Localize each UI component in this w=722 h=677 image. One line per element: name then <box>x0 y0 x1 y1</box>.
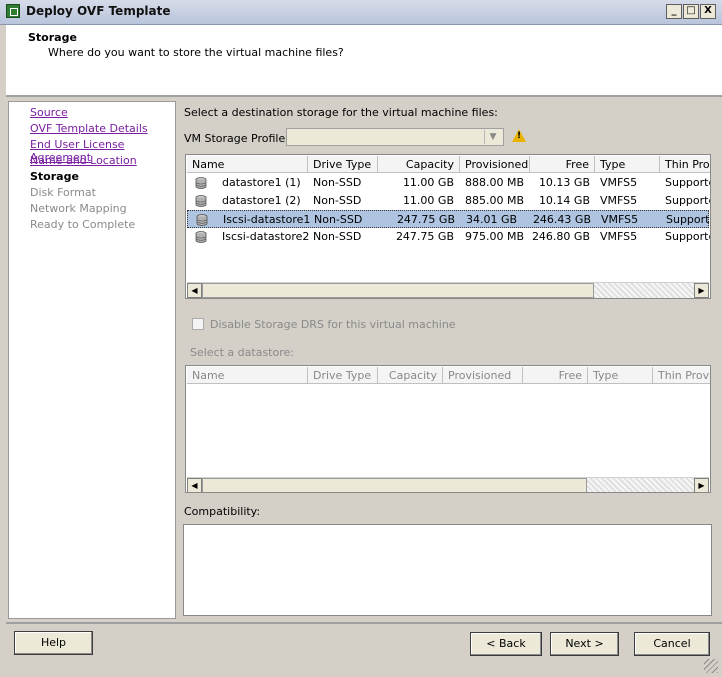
col2-header-capacity: Capacity <box>378 367 443 384</box>
nav-item-source[interactable]: Source <box>30 106 68 119</box>
cell-free: 246.43 GB <box>532 213 591 226</box>
cell-capacity: 247.75 GB <box>395 230 454 243</box>
scroll-right-button[interactable]: ▶ <box>694 478 709 492</box>
scroll-left-button[interactable]: ◀ <box>187 478 202 492</box>
scroll-thumb[interactable] <box>202 478 587 492</box>
cell-type: VMFS5 <box>600 230 638 243</box>
table-row[interactable]: datastore1 (2) Non-SSD 11.00 GB 885.00 MB 10… <box>187 192 710 210</box>
scroll-right-button[interactable]: ▶ <box>694 283 709 298</box>
header-separator <box>6 95 722 97</box>
select-datastore-label: Select a datastore: <box>190 346 294 359</box>
wizard-steps-nav: Source OVF Template Details End User Lic… <box>8 101 176 619</box>
cell-type: VMFS5 <box>600 176 638 189</box>
col-header-name[interactable]: Name <box>187 156 308 173</box>
help-button[interactable]: Help <box>14 631 93 655</box>
nav-item-name-location[interactable]: Name and Location <box>30 154 137 167</box>
datastore-icon <box>196 214 208 226</box>
cancel-button[interactable]: Cancel <box>634 632 710 656</box>
datastore-icon <box>195 231 207 243</box>
col2-header-drive-type: Drive Type <box>308 367 378 384</box>
horizontal-scrollbar-2[interactable]: ◀ ▶ <box>187 477 709 492</box>
cell-free: 10.13 GB <box>538 176 590 189</box>
col-header-thin-prov[interactable]: Thin Prov <box>660 156 710 173</box>
next-button[interactable]: Next > <box>550 632 619 656</box>
table-row[interactable]: datastore1 (1) Non-SSD 11.00 GB 888.00 MB 10… <box>187 174 710 192</box>
col2-header-type: Type <box>588 367 653 384</box>
cell-name: datastore1 (2) <box>222 194 301 207</box>
horizontal-scrollbar[interactable]: ◀ ▶ <box>187 282 709 298</box>
cell-name: Iscsi-datastore1 <box>223 213 311 226</box>
cell-provisioned: 975.00 MB <box>465 230 525 243</box>
table-row[interactable]: Iscsi-datastore1 Non-SSD 247.75 GB 34.01 GB… <box>187 210 710 228</box>
cell-provisioned: 888.00 MB <box>465 176 525 189</box>
col2-header-provisioned: Provisioned <box>443 367 523 384</box>
cell-name: datastore1 (1) <box>222 176 301 189</box>
wizard-header: Storage Where do you want to store the v… <box>6 25 722 95</box>
header-title: Storage <box>28 31 77 44</box>
vm-storage-profile-select[interactable]: ▼ <box>286 128 504 146</box>
cell-thin-provisioning: Supported <box>665 230 710 243</box>
cell-type: VMFS5 <box>600 194 638 207</box>
cell-name: Iscsi-datastore2 <box>222 230 310 243</box>
datastore-table: Name Drive Type Capacity Provisioned Fre… <box>185 154 711 299</box>
footer-separator <box>6 622 722 624</box>
scroll-thumb[interactable] <box>202 283 594 298</box>
col-header-free[interactable]: Free <box>530 156 595 173</box>
cell-provisioned: 34.01 GB <box>466 213 518 226</box>
col-header-type[interactable]: Type <box>595 156 660 173</box>
instruction-text: Select a destination storage for the vir… <box>184 106 498 119</box>
cell-capacity: 11.00 GB <box>402 176 454 189</box>
datastore-icon <box>195 177 207 189</box>
col2-header-thin-prov: Thin Provi <box>653 367 710 384</box>
cell-thin-provisioning: Supported <box>665 194 710 207</box>
app-icon <box>6 4 20 18</box>
disable-drs-checkbox[interactable] <box>192 318 204 330</box>
cell-provisioned: 885.00 MB <box>465 194 525 207</box>
window-title: Deploy OVF Template <box>26 4 171 18</box>
cell-type: VMFS5 <box>601 213 639 226</box>
warning-icon: ! <box>512 129 526 142</box>
compatibility-label: Compatibility: <box>184 505 261 518</box>
nav-item-ovf-template-details[interactable]: OVF Template Details <box>30 122 148 135</box>
header-subtitle: Where do you want to store the virtual m… <box>48 46 344 59</box>
profile-label: VM Storage Profile: <box>184 132 289 145</box>
cluster-table-header: Name Drive Type Capacity Provisioned Fre… <box>187 367 710 385</box>
table-row[interactable]: Iscsi-datastore2 Non-SSD 247.75 GB 975.00 M… <box>187 228 710 246</box>
cell-capacity: 11.00 GB <box>402 194 454 207</box>
minimize-button[interactable]: _ <box>666 4 682 19</box>
cell-drive-type: Non-SSD <box>313 194 362 207</box>
resize-grip-icon[interactable] <box>704 659 718 673</box>
scroll-track[interactable] <box>594 283 694 298</box>
back-button[interactable]: < Back <box>470 632 542 656</box>
scroll-left-button[interactable]: ◀ <box>187 283 202 298</box>
datastore-table-header: Name Drive Type Capacity Provisioned Fre… <box>187 156 710 174</box>
cell-capacity: 247.75 GB <box>396 213 455 226</box>
col-header-capacity[interactable]: Capacity <box>378 156 460 173</box>
nav-item-storage: Storage <box>30 170 79 183</box>
compatibility-box <box>183 524 712 616</box>
close-button[interactable]: X <box>700 4 716 19</box>
nav-item-network-mapping: Network Mapping <box>30 202 127 215</box>
disable-drs-label: Disable Storage DRS for this virtual mac… <box>210 318 456 331</box>
cell-drive-type: Non-SSD <box>313 230 362 243</box>
maximize-button[interactable]: □ <box>683 4 699 19</box>
cell-thin-provisioning: Supported <box>665 176 710 189</box>
cell-free: 10.14 GB <box>538 194 590 207</box>
col-header-provisioned[interactable]: Provisioned <box>460 156 530 173</box>
cell-drive-type: Non-SSD <box>313 176 362 189</box>
datastore-cluster-table: Name Drive Type Capacity Provisioned Fre… <box>185 365 711 493</box>
storage-panel: Select a destination storage for the vir… <box>178 101 716 619</box>
col2-header-free: Free <box>523 367 588 384</box>
col2-header-name: Name <box>187 367 308 384</box>
nav-item-ready-to-complete: Ready to Complete <box>30 218 136 231</box>
datastore-icon <box>195 195 207 207</box>
cell-thin-provisioning: Supported <box>666 213 710 226</box>
chevron-down-icon[interactable]: ▼ <box>484 130 501 144</box>
scroll-track[interactable] <box>587 478 694 492</box>
cell-drive-type: Non-SSD <box>314 213 363 226</box>
cell-free: 246.80 GB <box>531 230 590 243</box>
title-bar[interactable]: Deploy OVF Template _ □ X <box>0 0 722 25</box>
nav-item-disk-format: Disk Format <box>30 186 96 199</box>
col-header-drive-type[interactable]: Drive Type <box>308 156 378 173</box>
